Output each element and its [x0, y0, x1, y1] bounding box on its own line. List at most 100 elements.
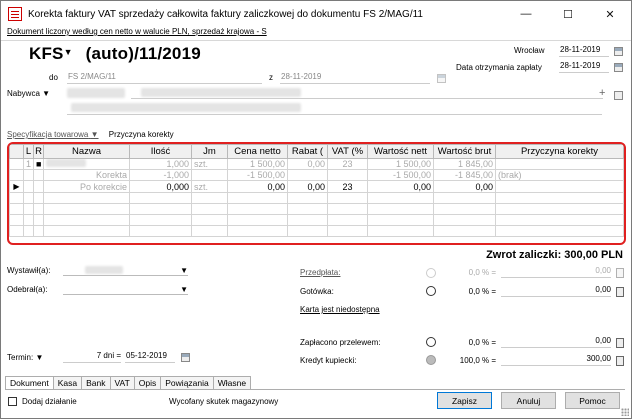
cell-netto: -1 500,00: [367, 169, 434, 181]
tab-correction-reason[interactable]: Przyczyna korekty: [109, 130, 174, 139]
empty-row: [9, 225, 624, 237]
prepayment-radio[interactable]: [426, 268, 436, 278]
tab-bank[interactable]: Bank: [81, 376, 111, 389]
cell-brutto: 1 845,00: [433, 158, 496, 170]
buyer-card-icon[interactable]: [614, 91, 623, 100]
row-selector[interactable]: [9, 158, 24, 170]
calculator-icon: [616, 268, 624, 278]
close-button[interactable]: ✕: [589, 1, 631, 27]
transfer-value[interactable]: 0,00: [501, 336, 611, 348]
credit-value[interactable]: 300,00: [501, 354, 611, 366]
calendar-icon[interactable]: [614, 47, 623, 56]
divider: [1, 40, 631, 41]
add-action-label[interactable]: Dodaj działanie: [22, 397, 77, 406]
cell-rabat: 0,00: [287, 158, 328, 170]
due-date-field[interactable]: 05-12-2019: [125, 351, 175, 363]
payment-date-field[interactable]: 28-11-2019: [559, 61, 609, 73]
calendar-icon[interactable]: [181, 353, 190, 362]
tab-kasa[interactable]: Kasa: [52, 376, 83, 389]
chevron-down-icon[interactable]: ▼: [180, 285, 188, 294]
due-days-field[interactable]: 7 dni =: [63, 351, 121, 363]
document-type-selector[interactable]: KFS: [29, 44, 64, 63]
calculator-icon[interactable]: [616, 356, 624, 366]
buyer-name-redacted: [141, 88, 301, 97]
document-number: KFS▼ (auto)/11/2019: [29, 44, 201, 64]
buyer-label[interactable]: Nabywca ▼: [7, 89, 50, 98]
received-by-label: Odebrał(a):: [7, 285, 48, 294]
issue-date-field[interactable]: 28-11-2019: [559, 45, 609, 57]
prepayment-label[interactable]: Przedpłata:: [300, 268, 340, 277]
column-header-przyczyna[interactable]: Przyczyna korekty: [495, 144, 624, 159]
due-date-label-text: Termin:: [7, 353, 34, 362]
column-header-jm[interactable]: Jm: [191, 144, 228, 159]
calendar-icon: [437, 74, 446, 83]
cell-ilosc: 1,000: [129, 158, 192, 170]
column-header-cena[interactable]: Cena netto: [227, 144, 288, 159]
credit-label: Kredyt kupiecki:: [300, 356, 357, 365]
column-header-netto[interactable]: Wartość nett: [367, 144, 434, 159]
table-row[interactable]: Korekta -1,000 -1 500,00 -1 500,00 -1 84…: [9, 169, 624, 181]
column-header-rabat[interactable]: Rabat (: [287, 144, 328, 159]
specification-tabs: Specyfikacja towarowa ▼ Przyczyna korekt…: [7, 130, 174, 139]
tab-opis[interactable]: Opis: [133, 376, 162, 389]
column-header-nazwa[interactable]: Nazwa: [43, 144, 130, 159]
issued-by-combo[interactable]: ▼: [63, 264, 188, 276]
grid-header-row: L R Nazwa Ilość Jm Cena netto Rabat ( VA…: [9, 144, 624, 159]
cell-rabat: 0,00: [287, 180, 328, 193]
chevron-down-icon: ▼: [90, 130, 99, 139]
resize-grip-icon[interactable]: [621, 408, 629, 416]
save-button[interactable]: Zapisz: [437, 392, 492, 409]
items-grid[interactable]: L R Nazwa Ilość Jm Cena netto Rabat ( VA…: [7, 142, 626, 245]
chevron-down-icon[interactable]: ▼: [64, 47, 73, 57]
table-row[interactable]: 1 ■ 1,000 szt. 1 500,00 0,00 23 1 500,00…: [9, 158, 624, 170]
due-date-label[interactable]: Termin: ▼: [7, 353, 43, 362]
transfer-label: Zapłacono przelewem:: [300, 338, 381, 347]
cell-vat: 23: [327, 180, 368, 193]
tab-vat[interactable]: VAT: [109, 376, 135, 389]
tab-wlasne[interactable]: Własne: [212, 376, 252, 389]
tab-dokument[interactable]: Dokument: [5, 376, 54, 390]
column-header-ilosc[interactable]: Ilość: [129, 144, 192, 159]
cancel-button[interactable]: Anuluj: [501, 392, 556, 409]
cell-vat: 23: [327, 158, 368, 170]
tab-specification-label: Specyfikacja towarowa: [7, 130, 89, 139]
help-button[interactable]: Pomoc: [565, 392, 620, 409]
cell-cena: 1 500,00: [227, 158, 288, 170]
table-row[interactable]: ▶ Po korekcie 0,000 szt. 0,00 0,00 23 0,…: [9, 180, 624, 193]
add-action-checkbox[interactable]: [8, 397, 17, 406]
column-header-brutto[interactable]: Wartość brut: [433, 144, 496, 159]
cell-przyczyna: (brak): [495, 169, 624, 181]
minimize-button[interactable]: —: [505, 1, 547, 27]
title-bar: Korekta faktury VAT sprzedaży całkowita …: [1, 1, 631, 27]
row-selector[interactable]: [9, 169, 24, 181]
tab-specification[interactable]: Specyfikacja towarowa ▼: [7, 130, 99, 139]
row-selector[interactable]: ▶: [9, 180, 24, 193]
issued-by-redacted: [85, 266, 123, 274]
column-header-vat[interactable]: VAT (%: [327, 144, 368, 159]
cash-radio[interactable]: [426, 286, 436, 296]
column-header-r[interactable]: R: [33, 144, 44, 159]
column-header-l[interactable]: L: [23, 144, 34, 159]
cash-label: Gotówka:: [300, 287, 334, 296]
cell-brutto: 0,00: [433, 180, 496, 193]
advance-refund-total: Zwrot zaliczki: 300,00 PLN: [486, 249, 623, 261]
tab-powiazania[interactable]: Powiązania: [160, 376, 214, 389]
buyer-code-redacted[interactable]: [67, 88, 125, 98]
calculator-icon[interactable]: [616, 287, 624, 297]
calendar-icon[interactable]: [614, 63, 623, 72]
cell-przyczyna: [495, 180, 624, 193]
chevron-down-icon: ▼: [35, 353, 44, 362]
chevron-down-icon[interactable]: ▼: [180, 266, 188, 275]
received-by-combo[interactable]: ▼: [63, 283, 188, 295]
calculator-icon[interactable]: [616, 338, 624, 348]
cash-value[interactable]: 0,00: [501, 285, 611, 297]
add-icon[interactable]: +: [599, 87, 605, 99]
empty-row: [9, 192, 624, 204]
cell-r: [33, 169, 44, 181]
cell-l: [23, 169, 34, 181]
credit-radio[interactable]: [426, 355, 436, 365]
card-unavailable-link[interactable]: Karta jest niedostępna: [300, 305, 380, 314]
maximize-button[interactable]: ☐: [547, 1, 589, 27]
transfer-radio[interactable]: [426, 337, 436, 347]
calculation-info-link[interactable]: Dokument liczony według cen netto w walu…: [1, 27, 631, 39]
